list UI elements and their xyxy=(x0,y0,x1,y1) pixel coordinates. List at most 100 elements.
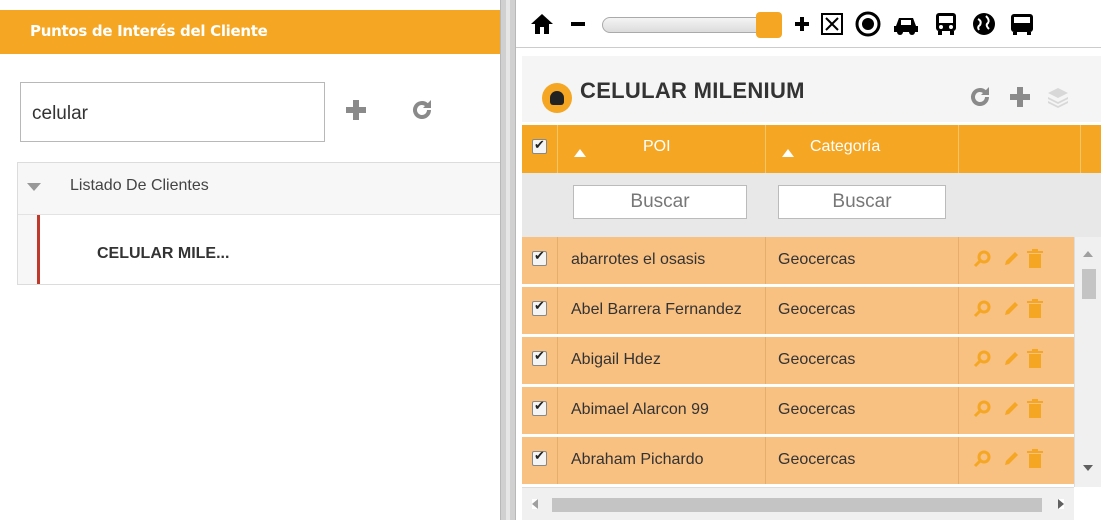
zoom-slider-thumb[interactable] xyxy=(756,12,782,38)
search-icon[interactable] xyxy=(973,399,993,423)
row-checkbox[interactable] xyxy=(532,249,547,266)
scroll-up-arrow-icon[interactable] xyxy=(1083,251,1093,257)
table-row[interactable]: abarrotes el osasis Geocercas xyxy=(522,237,1074,287)
trash-icon[interactable] xyxy=(1027,349,1043,373)
categoria-cell: Geocercas xyxy=(766,387,959,434)
trash-icon[interactable] xyxy=(1027,449,1043,473)
actions-cell xyxy=(959,237,1074,284)
table-row[interactable]: Abel Barrera Fernandez Geocercas xyxy=(522,287,1074,337)
edit-icon[interactable] xyxy=(1001,399,1021,423)
actions-cell xyxy=(959,437,1074,484)
edit-icon[interactable] xyxy=(1001,449,1021,473)
edit-icon[interactable] xyxy=(1001,299,1021,323)
column-categoria-label: Categoría xyxy=(810,138,881,155)
edit-icon[interactable] xyxy=(1001,349,1021,373)
trash-icon[interactable] xyxy=(1027,249,1043,273)
categoria-cell: Geocercas xyxy=(766,237,959,284)
grid-header: POI Categoría xyxy=(522,125,1101,173)
tree-root-label: Listado De Clientes xyxy=(70,177,209,194)
select-all-cell xyxy=(522,125,558,173)
truck-icon[interactable] xyxy=(1008,10,1036,38)
column-header-poi[interactable]: POI xyxy=(558,125,766,173)
scroll-right-arrow-icon[interactable] xyxy=(1058,499,1064,509)
client-search-input[interactable]: celular xyxy=(20,82,325,142)
add-client-button[interactable] xyxy=(336,90,376,130)
search-icon[interactable] xyxy=(973,349,993,373)
sort-asc-icon xyxy=(782,149,794,157)
layers-button[interactable] xyxy=(1044,82,1072,112)
left-panel: Puntos de Interés del Cliente celular Li… xyxy=(0,0,501,520)
poi-filter-input[interactable]: Buscar xyxy=(573,185,747,219)
left-panel-header: Puntos de Interés del Cliente xyxy=(0,10,500,54)
categoria-filter-input[interactable]: Buscar xyxy=(778,185,946,219)
layers-icon xyxy=(1048,88,1068,108)
refresh-grid-button[interactable] xyxy=(966,82,994,112)
target-icon[interactable] xyxy=(854,10,882,38)
horizontal-scroll-thumb[interactable] xyxy=(552,498,1042,512)
bus-icon[interactable] xyxy=(932,10,960,38)
categoria-cell: Geocercas xyxy=(766,337,959,384)
zoom-in-icon[interactable] xyxy=(788,10,816,38)
row-checkbox[interactable] xyxy=(532,299,547,316)
vertical-scrollbar[interactable] xyxy=(1074,237,1101,487)
right-panel: CELULAR MILENIUM ✔ POI Categoría Buscar … xyxy=(516,0,1101,520)
expand-arrow-icon[interactable] xyxy=(27,183,41,191)
poi-cell: Abraham Pichardo xyxy=(558,437,766,484)
table-row[interactable]: Abigail Hdez Geocercas xyxy=(522,337,1074,387)
actions-cell xyxy=(959,387,1074,434)
scroll-left-arrow-icon[interactable] xyxy=(532,499,538,509)
trash-icon[interactable] xyxy=(1027,399,1043,423)
categoria-cell: Geocercas xyxy=(766,287,959,334)
column-poi-label: POI xyxy=(643,138,671,155)
home-icon[interactable] xyxy=(528,10,556,38)
row-select-cell xyxy=(522,387,558,434)
poi-cell: abarrotes el osasis xyxy=(558,237,766,284)
sort-asc-icon xyxy=(574,149,586,157)
poi-grid: CELULAR MILENIUM ✔ POI Categoría Buscar … xyxy=(516,48,1101,520)
client-title: CELULAR MILENIUM xyxy=(580,78,805,103)
table-row[interactable]: Abimael Alarcon 99 Geocercas xyxy=(522,387,1074,437)
edit-icon[interactable] xyxy=(1001,249,1021,273)
zoom-slider-track[interactable] xyxy=(602,17,772,33)
categoria-cell: Geocercas xyxy=(766,437,959,484)
client-tree: Listado De Clientes CELULAR MILE... xyxy=(17,162,501,285)
row-select-cell xyxy=(522,437,558,484)
refresh-icon xyxy=(971,87,989,106)
vertical-scroll-thumb[interactable] xyxy=(1082,269,1096,299)
row-checkbox[interactable] xyxy=(532,349,547,366)
left-panel-title: Puntos de Interés del Cliente xyxy=(30,22,268,40)
trash-icon[interactable] xyxy=(1027,299,1043,323)
column-header-actions xyxy=(959,125,1081,173)
car-icon[interactable] xyxy=(892,10,920,38)
poi-cell: Abigail Hdez xyxy=(558,337,766,384)
grid-title-bar: CELULAR MILENIUM xyxy=(522,56,1101,122)
tree-root-node[interactable]: Listado De Clientes xyxy=(18,163,501,215)
grid-body: abarrotes el osasis Geocercas Abel Barre… xyxy=(522,237,1074,487)
fullscreen-icon[interactable] xyxy=(818,10,846,38)
plus-icon xyxy=(346,100,366,120)
row-select-cell xyxy=(522,337,558,384)
search-icon[interactable] xyxy=(973,249,993,273)
poi-cell: Abel Barrera Fernandez xyxy=(558,287,766,334)
select-all-checkbox[interactable] xyxy=(532,137,547,154)
panel-splitter[interactable] xyxy=(500,0,516,520)
scroll-down-arrow-icon[interactable] xyxy=(1083,465,1093,471)
zoom-out-icon[interactable] xyxy=(564,10,592,38)
horizontal-scrollbar[interactable] xyxy=(522,487,1074,520)
search-icon[interactable] xyxy=(973,449,993,473)
actions-cell xyxy=(959,287,1074,334)
refresh-clients-button[interactable] xyxy=(402,90,442,130)
search-icon[interactable] xyxy=(973,299,993,323)
row-checkbox[interactable] xyxy=(532,399,547,416)
filter-row: Buscar Buscar xyxy=(522,173,1101,237)
map-toolbar xyxy=(516,0,1101,48)
add-poi-button[interactable] xyxy=(1006,82,1034,112)
table-row[interactable]: Abraham Pichardo Geocercas xyxy=(522,437,1074,487)
actions-cell xyxy=(959,337,1074,384)
globe-icon[interactable] xyxy=(970,10,998,38)
row-select-cell xyxy=(522,287,558,334)
row-checkbox[interactable] xyxy=(532,449,547,466)
column-header-categoria[interactable]: Categoría xyxy=(766,125,959,173)
tree-item-celular-milenium[interactable]: CELULAR MILE... xyxy=(37,215,501,284)
plus-icon xyxy=(1010,87,1030,107)
